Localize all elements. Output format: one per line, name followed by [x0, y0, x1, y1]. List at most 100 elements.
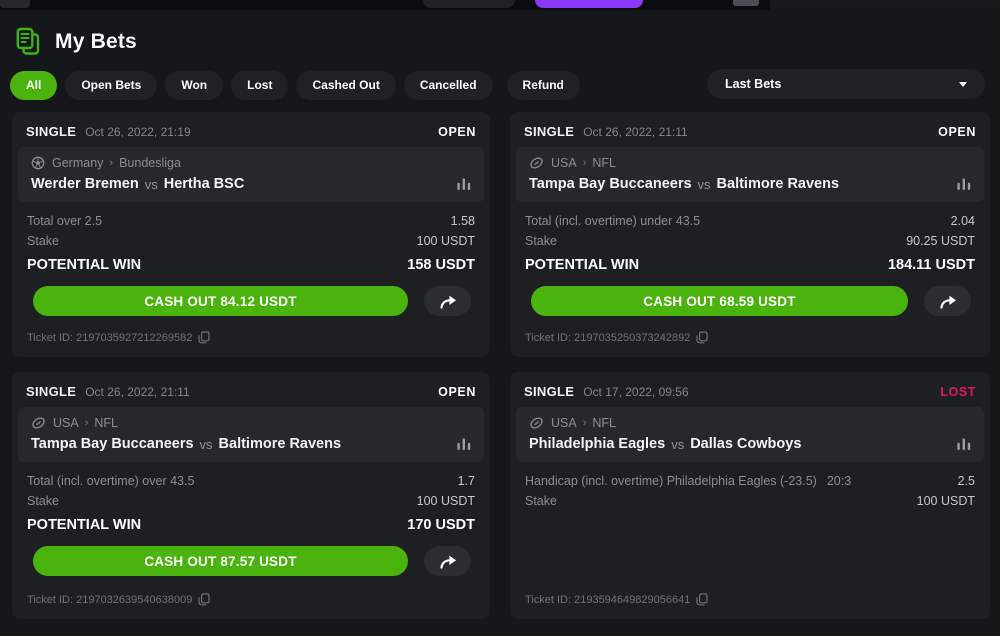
market-left: Handicap (incl. overtime) Philadelphia E…: [525, 471, 851, 491]
copy-icon[interactable]: [696, 593, 708, 606]
market-label: Total (incl. overtime) under 43.5: [525, 211, 700, 231]
bet-type: SINGLE: [26, 124, 76, 139]
country-label: USA: [551, 156, 577, 170]
teams-row: Werder Bremen vs Hertha BSC: [31, 176, 471, 192]
page-title: My Bets: [55, 30, 137, 54]
home-team: Werder Bremen: [31, 176, 139, 192]
potential-win-value: 184.11 USDT: [888, 254, 975, 276]
league-row: USA › NFL: [529, 156, 971, 170]
cash-out-button[interactable]: CASH OUT 68.59 USDT: [531, 286, 908, 316]
copy-icon[interactable]: [696, 331, 708, 344]
caret-down-icon: [959, 82, 967, 87]
league-label: NFL: [592, 156, 616, 170]
event-box: USA › NFL Philadelphia Eagles vs Dallas …: [516, 407, 984, 462]
market-row: Total over 2.5 1.58: [27, 211, 475, 231]
american-football-icon: [529, 416, 544, 430]
page-header: My Bets: [0, 10, 1000, 58]
away-team: Hertha BSC: [164, 176, 245, 192]
bet-date: Oct 26, 2022, 21:11: [85, 385, 190, 399]
odds-value: 1.58: [451, 211, 475, 231]
stake-row: Stake 100 USDT: [27, 231, 475, 251]
filters-row: All Open Bets Won Lost Cashed Out Cancel…: [0, 58, 1000, 100]
status-badge: OPEN: [938, 125, 976, 139]
filter-tab-refund[interactable]: Refund: [507, 71, 580, 100]
share-arrow-icon: [937, 293, 959, 310]
copy-icon[interactable]: [198, 331, 210, 344]
topbar-right-panel: [770, 0, 1000, 10]
bar-chart-icon[interactable]: [957, 438, 971, 450]
copy-icon[interactable]: [198, 593, 210, 606]
filter-tab-cancelled[interactable]: Cancelled: [404, 71, 493, 100]
potential-win-label: POTENTIAL WIN: [525, 254, 639, 276]
bet-details: Total (incl. overtime) under 43.5 2.04 S…: [510, 202, 990, 276]
away-team: Baltimore Ravens: [219, 436, 342, 452]
away-team: Dallas Cowboys: [690, 436, 801, 452]
stake-row: Stake 90.25 USDT: [525, 231, 975, 251]
league-label: NFL: [592, 416, 616, 430]
odds-value: 2.5: [958, 471, 975, 491]
potential-win-row: POTENTIAL WIN 158 USDT: [27, 254, 475, 276]
ticket-id: Ticket ID: 2197035927212269582: [27, 332, 192, 344]
bet-type: SINGLE: [524, 384, 574, 399]
filter-tab-cashed-out[interactable]: Cashed Out: [296, 71, 395, 100]
potential-win-label: POTENTIAL WIN: [27, 254, 141, 276]
market-row: Total (incl. overtime) under 43.5 2.04: [525, 211, 975, 231]
status-badge: OPEN: [438, 385, 476, 399]
bet-card: SINGLE Oct 26, 2022, 21:11 OPEN USA › NF…: [510, 112, 990, 357]
bet-card: SINGLE Oct 17, 2022, 09:56 LOST USA › NF…: [510, 372, 990, 619]
bet-date: Oct 26, 2022, 21:19: [85, 125, 190, 139]
league-row: Germany › Bundesliga: [31, 156, 471, 170]
cash-out-button[interactable]: CASH OUT 87.57 USDT: [33, 546, 408, 576]
status-badge: OPEN: [438, 125, 476, 139]
teams-row: Philadelphia Eagles vs Dallas Cowboys: [529, 436, 971, 452]
filter-tab-open-bets[interactable]: Open Bets: [65, 71, 157, 100]
league-row: USA › NFL: [529, 416, 971, 430]
share-button[interactable]: [924, 286, 971, 316]
score-value: 20:3: [827, 471, 851, 491]
bet-type: SINGLE: [524, 124, 574, 139]
share-button[interactable]: [424, 286, 471, 316]
cash-out-button[interactable]: CASH OUT 84.12 USDT: [33, 286, 408, 316]
sort-dropdown[interactable]: Last Bets: [707, 69, 985, 99]
share-button[interactable]: [424, 546, 471, 576]
card-actions: CASH OUT 84.12 USDT: [33, 286, 471, 316]
filter-tab-won[interactable]: Won: [165, 71, 223, 100]
vs-label: vs: [698, 177, 711, 192]
stake-row: Stake 100 USDT: [27, 491, 475, 511]
stake-label: Stake: [525, 231, 557, 251]
filter-tab-lost[interactable]: Lost: [231, 71, 288, 100]
odds-value: 1.7: [458, 471, 475, 491]
vs-label: vs: [200, 437, 213, 452]
ticket-id: Ticket ID: 2197032639540638009: [27, 594, 192, 606]
bet-date: Oct 17, 2022, 09:56: [583, 385, 688, 399]
bet-details: Handicap (incl. overtime) Philadelphia E…: [510, 462, 990, 511]
market-row: Total (incl. overtime) over 43.5 1.7: [27, 471, 475, 491]
market-row: Handicap (incl. overtime) Philadelphia E…: [525, 471, 975, 491]
stake-label: Stake: [525, 491, 557, 511]
ticket-id: Ticket ID: 2197035250373242892: [525, 332, 690, 344]
ticket-id: Ticket ID: 2193594649829056641: [525, 594, 690, 606]
potential-win-label: POTENTIAL WIN: [27, 514, 141, 536]
topbar-purple-button-stub[interactable]: [535, 0, 643, 8]
bar-chart-icon[interactable]: [957, 178, 971, 190]
share-arrow-icon: [437, 293, 459, 310]
status-badge: LOST: [940, 385, 976, 399]
american-football-icon: [31, 416, 46, 430]
league-row: USA › NFL: [31, 416, 471, 430]
sort-dropdown-value: Last Bets: [725, 77, 781, 91]
event-box: USA › NFL Tampa Bay Buccaneers vs Baltim…: [516, 147, 984, 202]
bet-type: SINGLE: [26, 384, 76, 399]
filter-tab-all[interactable]: All: [10, 71, 57, 100]
ticket-row: Ticket ID: 2193594649829056641: [525, 583, 975, 606]
stake-label: Stake: [27, 491, 59, 511]
bar-chart-icon[interactable]: [457, 178, 471, 190]
bet-details: Total (incl. overtime) over 43.5 1.7 Sta…: [12, 462, 490, 536]
bet-card: SINGLE Oct 26, 2022, 21:11 OPEN USA › NF…: [12, 372, 490, 619]
league-label: NFL: [94, 416, 118, 430]
topbar-small-stub: [733, 0, 759, 6]
bar-chart-icon[interactable]: [457, 438, 471, 450]
bet-cards-grid: SINGLE Oct 26, 2022, 21:19 OPEN Germany …: [12, 112, 990, 619]
teams-row: Tampa Bay Buccaneers vs Baltimore Ravens: [529, 176, 971, 192]
bet-card-header: SINGLE Oct 26, 2022, 21:19 OPEN: [12, 112, 490, 147]
odds-value: 2.04: [951, 211, 975, 231]
